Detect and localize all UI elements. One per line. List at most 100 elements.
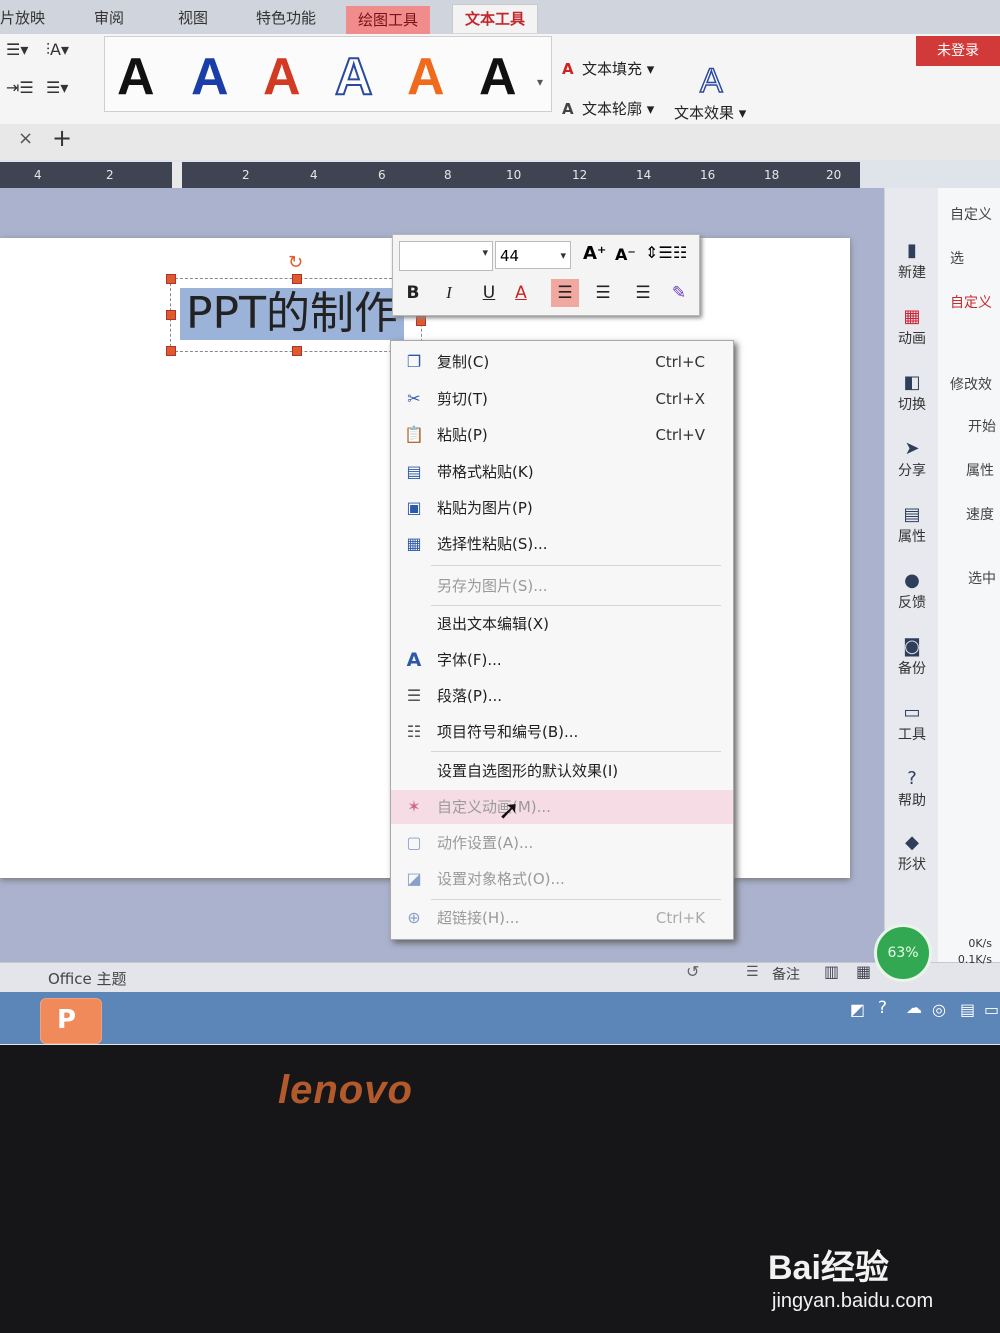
- underline-button[interactable]: U: [475, 279, 503, 307]
- new-document-icon[interactable]: +: [52, 124, 72, 152]
- resize-handle[interactable]: [166, 310, 176, 320]
- text-style-outline[interactable]: A: [334, 47, 374, 107]
- font-size-dropdown[interactable]: 44 ▾: [495, 241, 571, 269]
- sidebar-item-shapes[interactable]: ◆ 形状: [885, 832, 939, 874]
- line-spacing-icon[interactable]: ☰▾: [46, 78, 68, 97]
- undo-history-icon[interactable]: ↺: [686, 962, 699, 981]
- font-color-button[interactable]: A: [507, 279, 535, 307]
- panel-select-button[interactable]: 选: [950, 248, 964, 268]
- menu-item-save-as-image[interactable]: 另存为图片(S)...: [391, 569, 733, 603]
- indent-icon[interactable]: ⇥☰: [6, 78, 34, 97]
- menu-item-hyperlink[interactable]: ⊕ 超链接(H)... Ctrl+K: [391, 901, 733, 935]
- resize-handle[interactable]: [166, 346, 176, 356]
- text-effect-icon[interactable]: A: [699, 61, 723, 101]
- text-style-black-bold[interactable]: A: [479, 47, 517, 107]
- slide-sorter-icon[interactable]: ▦: [856, 962, 871, 981]
- menu-item-font[interactable]: A 字体(F)...: [391, 643, 733, 677]
- sidebar-item-help[interactable]: ? 帮助: [885, 768, 939, 810]
- italic-button[interactable]: I: [435, 279, 463, 307]
- text-effect-button[interactable]: 文本效果 ▾: [674, 102, 746, 123]
- login-button[interactable]: 未登录: [916, 36, 1000, 66]
- align-center-icon[interactable]: ☰: [589, 279, 617, 307]
- list-layout-icon[interactable]: ☰▾: [6, 40, 28, 59]
- ruler-tick: 14: [636, 168, 652, 182]
- resize-handle[interactable]: [292, 274, 302, 284]
- tab-view[interactable]: 视图: [178, 4, 208, 32]
- menu-item-exit-text-edit[interactable]: 退出文本编辑(X): [391, 607, 733, 641]
- menu-item-bullets[interactable]: ☷ 项目符号和编号(B)...: [391, 715, 733, 749]
- text-style-red[interactable]: A: [263, 47, 301, 107]
- align-right-icon[interactable]: ☰: [629, 279, 657, 307]
- tab-special-features[interactable]: 特色功能: [256, 4, 316, 32]
- menu-item-paste-special[interactable]: ▦ 选择性粘贴(S)...: [391, 527, 733, 561]
- font-icon: A: [406, 649, 422, 671]
- rotate-handle-icon[interactable]: ↻: [288, 252, 303, 273]
- panel-section-custom: 自定义: [950, 295, 992, 311]
- menu-item-paste-format[interactable]: ▤ 带格式粘贴(K): [391, 455, 733, 489]
- close-document-icon[interactable]: ×: [18, 128, 33, 149]
- menu-item-default-shape-effect[interactable]: 设置自选图形的默认效果(I): [391, 754, 733, 788]
- copy-icon: ❐: [406, 352, 422, 371]
- text-outline-button[interactable]: A 文本轮廓 ▾: [562, 98, 654, 119]
- list-indent-icon[interactable]: ☷: [673, 243, 687, 262]
- menu-item-cut[interactable]: ✂ 剪切(T) Ctrl+X: [391, 382, 733, 416]
- menu-item-action-settings[interactable]: ▢ 动作设置(A)...: [391, 826, 733, 860]
- sidebar-item-new[interactable]: ▮ 新建: [885, 240, 939, 282]
- align-left-icon[interactable]: ☰: [551, 279, 579, 307]
- sidebar-item-properties[interactable]: ▤ 属性: [885, 504, 939, 546]
- normal-view-icon[interactable]: ▥: [824, 962, 839, 981]
- panel-selected-label: 选中: [968, 571, 996, 587]
- shrink-font-icon[interactable]: A⁻: [615, 245, 636, 264]
- sidebar-item-share[interactable]: ➤ 分享: [885, 438, 939, 480]
- resize-handle[interactable]: [292, 346, 302, 356]
- horizontal-ruler[interactable]: 4 2 2 4 6 8 10 12 14 16 18 20: [0, 162, 860, 188]
- memory-gauge[interactable]: 63%: [874, 924, 932, 982]
- resize-handle[interactable]: [416, 316, 426, 326]
- slide-title-text[interactable]: PPT的制作: [180, 288, 404, 340]
- text-style-orange[interactable]: A: [407, 47, 445, 107]
- tray-network-icon[interactable]: ◎: [932, 1000, 946, 1019]
- menu-item-custom-animation[interactable]: ✶ 自定义动画(M)...: [391, 790, 733, 824]
- menu-separator: [431, 751, 721, 752]
- tab-drawing-tools[interactable]: 绘图工具: [346, 6, 431, 34]
- tab-review[interactable]: 审阅: [94, 4, 124, 32]
- tab-slideshow[interactable]: 片放映: [0, 4, 45, 32]
- format-object-icon: ◪: [406, 869, 422, 888]
- menu-item-paste-image[interactable]: ▣ 粘贴为图片(P): [391, 491, 733, 525]
- indent-marker[interactable]: [172, 162, 182, 188]
- notes-icon: ☰: [746, 964, 759, 980]
- menu-item-paste[interactable]: 📋 粘贴(P) Ctrl+V: [391, 418, 733, 452]
- menu-item-format-object[interactable]: ◪ 设置对象格式(O)...: [391, 862, 733, 896]
- text-style-black[interactable]: A: [117, 47, 155, 107]
- toolbox-icon: ▭: [903, 702, 921, 723]
- tray-app-icon[interactable]: ▤: [960, 1000, 975, 1019]
- sidebar-item-animation[interactable]: ▦ 动画: [885, 306, 939, 348]
- font-name-dropdown[interactable]: ▾: [399, 241, 493, 271]
- grow-font-icon[interactable]: A⁺: [583, 243, 606, 264]
- text-style-blue[interactable]: A: [191, 47, 229, 107]
- sidebar-item-feedback[interactable]: ● 反馈: [885, 570, 939, 612]
- menu-item-copy[interactable]: ❐ 复制(C) Ctrl+C: [391, 345, 733, 379]
- wps-presentation-taskbar-button[interactable]: P: [40, 998, 102, 1044]
- text-fill-button[interactable]: A 文本填充 ▾: [562, 58, 654, 79]
- scissors-icon: ✂: [407, 389, 421, 408]
- line-spacing-icon[interactable]: ⇕☰: [645, 243, 673, 262]
- tray-chat-icon[interactable]: ☁: [906, 998, 922, 1017]
- sidebar-item-transition[interactable]: ◧ 切换: [885, 372, 939, 414]
- notes-toggle[interactable]: 备注: [772, 964, 800, 984]
- sidebar-item-backup[interactable]: ◙ 备份: [885, 636, 939, 678]
- ruler-tick: 4: [310, 168, 318, 182]
- tray-window-icon[interactable]: ▭: [984, 1000, 999, 1019]
- gallery-more-icon[interactable]: ▾: [537, 75, 543, 89]
- new-file-icon: ▮: [907, 240, 917, 261]
- tray-help-icon[interactable]: ?: [878, 998, 887, 1018]
- tab-text-tools[interactable]: 文本工具: [452, 4, 539, 33]
- format-painter-icon[interactable]: ✎: [665, 279, 693, 307]
- sidebar-item-tools[interactable]: ▭ 工具: [885, 702, 939, 744]
- menu-item-paragraph[interactable]: ☰ 段落(P)...: [391, 679, 733, 713]
- tray-ime-icon[interactable]: ◩: [850, 1000, 865, 1019]
- ruler-tick: 6: [378, 168, 386, 182]
- bold-button[interactable]: B: [399, 279, 427, 307]
- resize-handle[interactable]: [166, 274, 176, 284]
- text-direction-icon[interactable]: ⫶A▾: [46, 40, 69, 60]
